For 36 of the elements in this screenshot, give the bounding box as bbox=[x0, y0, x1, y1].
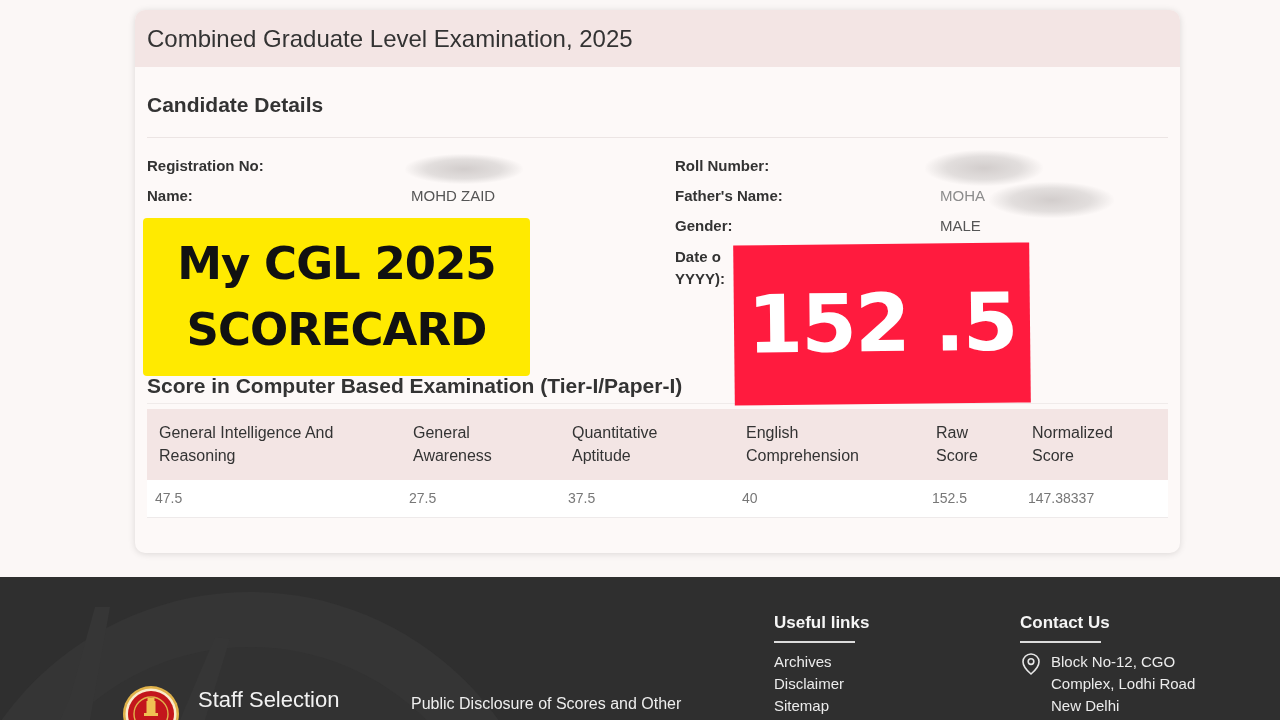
footer-link[interactable]: Sitemap bbox=[774, 695, 830, 717]
section-heading: Score in Computer Based Examination (Tier-I/Paper-I) bbox=[147, 374, 684, 398]
field-value: MOHD ZAID bbox=[411, 186, 496, 206]
table-cell: 147.38337 bbox=[1020, 480, 1168, 517]
field-label: Registration No: bbox=[147, 156, 265, 176]
field-label: Date o YYYY): bbox=[675, 247, 726, 289]
column-header: Raw Score bbox=[924, 409, 1020, 480]
column-header: General Awareness bbox=[401, 409, 560, 480]
table-cell: 40 bbox=[734, 480, 924, 517]
footer-heading: Useful links bbox=[774, 613, 870, 643]
table-cell: 27.5 bbox=[401, 480, 560, 517]
footer-link[interactable]: Archives bbox=[774, 651, 832, 673]
field-value: MOHA bbox=[940, 186, 985, 206]
section-heading: Candidate Details bbox=[147, 93, 325, 117]
sticker-text: 152 .5 bbox=[747, 274, 1017, 374]
seal-logo-icon bbox=[122, 685, 180, 720]
column-header: Normalized Score bbox=[1020, 409, 1168, 480]
column-header: English Comprehension bbox=[734, 409, 924, 480]
field-value: MALE bbox=[940, 216, 981, 236]
organization-name: Staff Selection bbox=[198, 687, 340, 713]
footer-heading: Contact Us bbox=[1020, 613, 1110, 643]
field-label: Father's Name: bbox=[675, 186, 784, 206]
table-cell: 47.5 bbox=[147, 480, 401, 517]
table-cell: 152.5 bbox=[924, 480, 1020, 517]
footer-link[interactable]: Disclaimer bbox=[774, 673, 844, 695]
location-pin-icon bbox=[1022, 653, 1040, 675]
footer-link[interactable]: Public Disclosure of Scores and Other bbox=[411, 695, 682, 712]
exam-title: Combined Graduate Level Examination, 2025 bbox=[147, 24, 633, 53]
column-header: Quantitative Aptitude bbox=[560, 409, 734, 480]
column-header: General Intelligence And Reasoning bbox=[147, 409, 401, 480]
field-label: Gender: bbox=[675, 216, 734, 236]
table-cell: 37.5 bbox=[560, 480, 734, 517]
field-label: Name: bbox=[147, 186, 194, 206]
field-label: Roll Number: bbox=[675, 156, 771, 176]
sticker-text: My CGL 2025 SCORECARD bbox=[177, 236, 496, 358]
address-text: Block No-12, CGO Complex, Lodhi Road New Delhi bbox=[1051, 652, 1196, 716]
